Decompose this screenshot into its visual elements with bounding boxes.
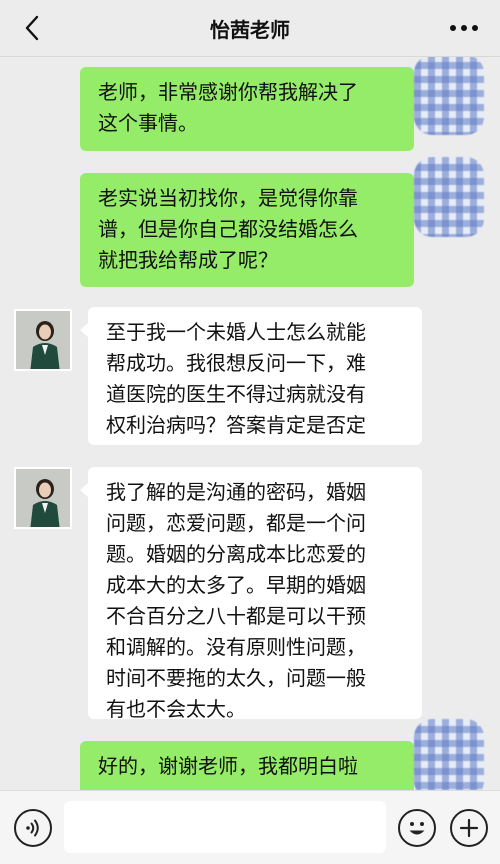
chevron-left-icon [25,15,39,41]
emoji-icon [409,822,425,835]
message-bubble[interactable]: 老实说当初找你，是觉得你靠 谱，但是你自己都没结婚怎么 就把我给帮成了呢？ [80,173,422,287]
message-bubble[interactable]: 至于我一个未婚人士怎么就能 帮成功。我很想反问一下，难 道医院的医生不得过病就没… [80,307,422,445]
chat-title: 怡茜老师 [210,17,290,42]
voice-button[interactable] [14,809,52,847]
plus-icon [459,818,479,838]
teacher-avatar[interactable] [14,467,72,529]
message-bubble[interactable]: 老师，非常感谢你帮我解决了 这个事情。 [80,67,422,151]
teacher-portrait-icon [16,469,70,527]
message-list[interactable]: 老师，非常感谢你帮我解决了 这个事情。 老实说当初找你，是觉得你靠 谱，但是你自… [0,57,500,790]
more-dots-icon [450,25,478,31]
message-input[interactable] [64,801,386,853]
teacher-portrait-icon [16,311,70,369]
my-avatar[interactable] [414,719,484,790]
more-functions-button[interactable] [450,809,488,847]
input-bar [0,790,500,864]
more-button[interactable] [444,12,484,44]
teacher-avatar[interactable] [14,309,72,371]
voice-icon [26,819,39,837]
message-bubble[interactable]: 好的，谢谢老师，我都明白啦 [80,741,422,790]
chat-header: 怡茜老师 [0,0,500,56]
emoji-button[interactable] [398,809,436,847]
message-bubble[interactable]: 我了解的是沟通的密码，婚姻 问题，恋爱问题，都是一个问 题。婚姻的分离成本比恋爱… [80,467,422,721]
my-avatar[interactable] [414,157,484,237]
back-button[interactable] [18,12,46,44]
my-avatar[interactable] [414,57,484,135]
